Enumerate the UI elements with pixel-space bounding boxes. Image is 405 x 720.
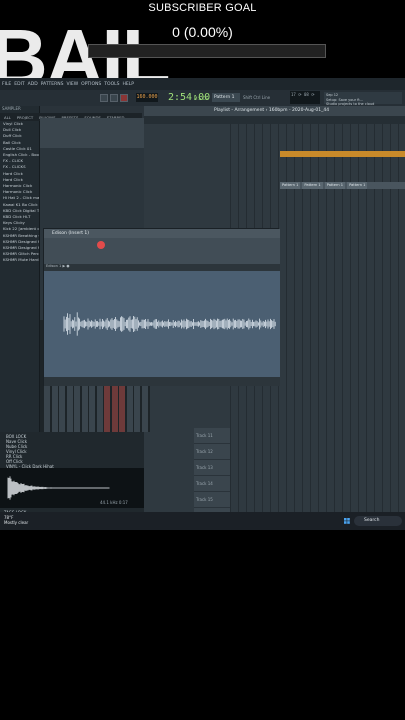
menu-bar: FILE EDIT ADD PATTERNS VIEW OPTIONS TOOLS HELP <box>0 78 405 90</box>
track-label[interactable]: Track 15 <box>194 492 230 508</box>
browser-item[interactable]: FX - CLICK <box>3 158 39 164</box>
browser-item[interactable]: Keys Clicky <box>3 220 39 226</box>
daw-window: FILE EDIT ADD PATTERNS VIEW OPTIONS TOOLS HELP … <box>0 78 405 530</box>
news-panel[interactable]: Sep 12 Setup: Save your ft... Studio pro… <box>324 92 402 106</box>
pattern-selector[interactable]: Pattern 1 <box>212 93 240 102</box>
sample-list: BOX LOCK Nave Click Nube Click Vinyl Click R… <box>0 432 144 469</box>
track-label[interactable]: Track 13 <box>194 460 230 476</box>
browser-item[interactable]: Duff Click <box>3 133 39 139</box>
goal-progress-bar <box>88 44 326 58</box>
snap-controls[interactable]: Shift Ctrl Line <box>243 95 270 100</box>
pattern-clip[interactable]: Pattern 1 <box>302 182 323 189</box>
menu-patterns[interactable]: PATTERNS <box>41 82 64 87</box>
subscriber-goal-title: SUBSCRIBER GOAL <box>148 2 257 14</box>
browser-item[interactable]: KSHMR Designed Sh <box>3 239 39 245</box>
browser-item[interactable]: KBD Click Hi-T <box>3 214 39 220</box>
browser-item[interactable]: KBD Click Digital T <box>3 208 39 214</box>
browser-item[interactable]: KSHMR Mute Hard <box>3 257 39 263</box>
browser-item[interactable]: Kick 22 [ambient cl <box>3 226 39 232</box>
edison-ruler: Edison 1 ▶ ● <box>44 264 280 271</box>
browser-item[interactable]: KSHMR Glitch Perc <box>3 251 39 257</box>
browser-tab-project[interactable]: PROJECT <box>17 115 33 120</box>
browser-item[interactable]: Castle Click 01 <box>3 146 39 152</box>
taskbar-search[interactable]: Search <box>354 516 402 526</box>
letterbox-bottom <box>0 530 405 720</box>
browser-panel: SAMPLER ALL PROJECT PLUGINS PRESETS SOUNDS ST… <box>0 106 142 441</box>
cpu-meter: 17 ⟳ 08 ⟳ <box>290 91 320 104</box>
menu-view[interactable]: VIEW <box>66 82 78 87</box>
edison-title: Edison (Insert 1) <box>44 229 280 238</box>
browser-item[interactable]: Harmonic Click <box>3 183 39 189</box>
edison-waveform[interactable] <box>44 271 280 377</box>
stream-overlay: BAIL SUBSCRIBER GOAL 0 (0.00%) <box>0 0 405 80</box>
menu-add[interactable]: ADD <box>28 82 38 87</box>
browser-item[interactable]: KSHMR Designed Sh <box>3 245 39 251</box>
browser-item[interactable]: English Click - Boo <box>3 152 39 158</box>
browser-item[interactable]: FX - CLICKS <box>3 164 39 170</box>
waveform-graphic <box>63 312 276 336</box>
track-label[interactable]: Track 11 <box>194 428 230 444</box>
browser-tab-all[interactable]: ALL <box>4 115 11 120</box>
pattern-clip[interactable]: Pattern 1 <box>280 182 301 189</box>
preview-info: 44.1 kHz 0:17 <box>100 500 128 505</box>
pattern-clip[interactable]: Pattern 1 <box>324 182 346 189</box>
edison-footer <box>44 377 280 386</box>
stop-button[interactable] <box>110 94 118 102</box>
menu-file[interactable]: FILE <box>2 82 11 87</box>
browser-item[interactable]: Hard Click <box>3 177 39 183</box>
edison-toolbar <box>44 238 280 264</box>
edison-record-icon[interactable] <box>97 241 105 249</box>
play-button[interactable] <box>100 94 108 102</box>
channel-rack-header <box>40 118 144 148</box>
pattern-clips[interactable]: Pattern 1 Pattern 1 Pattern 1 Pattern 1 <box>280 182 405 189</box>
tempo-display[interactable]: 160.000 <box>136 93 158 102</box>
transport-toolbar: 160.000 2:54:00 M:S:CS Pattern 1 Shift C… <box>0 90 405 106</box>
browser-item[interactable]: Harmonic Click <box>3 189 39 195</box>
track-label[interactable]: Track 14 <box>194 476 230 492</box>
browser-item[interactable]: Kawai K1 Bo Click <box>3 202 39 208</box>
browser-item[interactable]: KSHMR Breathing C <box>3 233 39 239</box>
weather-desc: Mostly clear <box>4 520 29 525</box>
windows-start-icon[interactable] <box>344 518 350 524</box>
browser-header: SAMPLER <box>2 106 21 111</box>
subscriber-goal-count: 0 (0.00%) <box>172 24 233 40</box>
browser-item[interactable]: Hard Click <box>3 171 39 177</box>
menu-edit[interactable]: EDIT <box>14 82 24 87</box>
record-button[interactable] <box>120 94 128 102</box>
browser-item[interactable]: Hi Hat 2 - Click ma <box>3 195 39 201</box>
pattern-clip[interactable]: Pattern 1 <box>347 182 368 189</box>
windows-taskbar: 78°F Mostly clear Search <box>0 512 405 530</box>
weather-widget[interactable]: 78°F Mostly clear <box>4 515 44 525</box>
clock-format-label: M:S:CS <box>194 96 209 101</box>
browser-item[interactable]: Vinyl Click <box>3 121 39 127</box>
menu-options[interactable]: OPTIONS <box>81 82 101 87</box>
browser-item[interactable]: Ball Click <box>3 140 39 146</box>
browser-list: Vinyl Click Dull Click Duff Click Ball Clic… <box>0 121 40 441</box>
edison-window: Edison (Insert 1) Edison 1 ▶ ● <box>43 228 280 386</box>
menu-tools[interactable]: TOOLS <box>104 82 119 87</box>
browser-item[interactable]: Dull Click <box>3 127 39 133</box>
audio-clip[interactable] <box>280 151 405 157</box>
track-label[interactable]: Track 12 <box>194 444 230 460</box>
menu-help[interactable]: HELP <box>122 82 133 87</box>
